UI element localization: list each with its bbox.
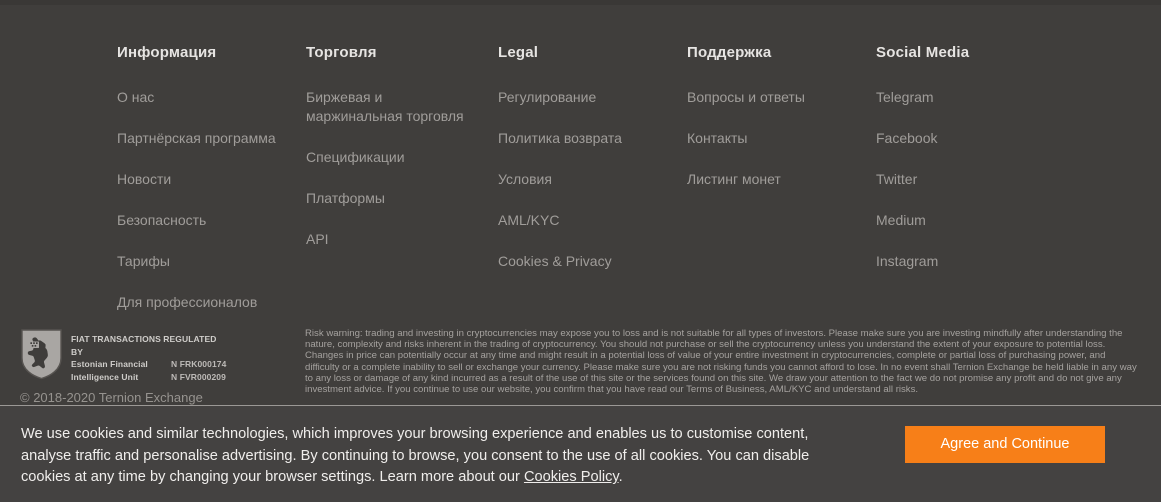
list-item: Платформы (306, 189, 471, 208)
link-list-support: Вопросы и ответы Контакты Листинг монет (687, 88, 862, 189)
column-heading-trading: Торговля (306, 44, 377, 61)
footer-link-security[interactable]: Безопасность (117, 211, 206, 230)
footer-link-about-us[interactable]: О нас (117, 88, 154, 107)
list-item: Для профессионалов (117, 293, 292, 312)
list-item: Безопасность (117, 211, 292, 230)
column-heading-information: Информация (117, 44, 217, 61)
list-item: О нас (117, 88, 292, 107)
cookie-message-body: We use cookies and similar technologies,… (21, 426, 810, 486)
list-item: Регулирование (498, 88, 673, 107)
footer-link-facebook[interactable]: Facebook (876, 129, 937, 148)
link-list-social-media: Telegram Facebook Twitter Medium Instagr… (876, 88, 1051, 271)
list-item: Тарифы (117, 252, 292, 271)
list-item: Условия (498, 170, 673, 189)
site-footer: Информация О нас Партнёрская программа Н… (0, 0, 1161, 410)
footer-link-contacts[interactable]: Контакты (687, 129, 747, 148)
badge-line-1: FIAT TRANSACTIONS REGULATED (71, 334, 217, 344)
footer-link-coin-listing[interactable]: Листинг монет (687, 170, 781, 189)
badge-authority-row-2: Intelligence Unit N FVR000209 (71, 371, 226, 384)
list-item: Telegram (876, 88, 1051, 107)
copyright-text: © 2018-2020 Ternion Exchange (20, 390, 203, 405)
cookie-consent-message: We use cookies and similar technologies,… (21, 424, 856, 489)
list-item: AML/KYC (498, 211, 673, 230)
badge-licence-code-2: N FVR000209 (171, 371, 226, 382)
footer-link-news[interactable]: Новости (117, 170, 171, 189)
list-item: Партнёрская программа (117, 129, 292, 148)
list-item: Medium (876, 211, 1051, 230)
cookies-policy-link[interactable]: Cookies Policy (524, 469, 619, 485)
footer-link-telegram[interactable]: Telegram (876, 88, 934, 107)
agree-and-continue-button[interactable]: Agree and Continue (905, 426, 1105, 463)
cookie-message-period: . (618, 469, 623, 486)
footer-link-api[interactable]: API (306, 230, 329, 249)
list-item: Контакты (687, 129, 862, 148)
list-item: Биржевая и маржинальная торговля (306, 88, 471, 126)
footer-link-for-professionals[interactable]: Для профессионалов (117, 293, 257, 312)
list-item: Twitter (876, 170, 1051, 189)
list-item: Instagram (876, 252, 1051, 271)
footer-link-faq[interactable]: Вопросы и ответы (687, 88, 805, 107)
badge-line-2: BY (71, 346, 84, 357)
badge-authority-line-2: Intelligence Unit (71, 371, 139, 382)
list-item: Facebook (876, 129, 1051, 148)
regulation-badge-text: FIAT TRANSACTIONS REGULATED BY Estonian … (71, 328, 226, 383)
regulation-badge: FIAT TRANSACTIONS REGULATED BY Estonian … (20, 328, 226, 383)
footer-column-support: Поддержка Вопросы и ответы Контакты Лист… (687, 44, 862, 211)
footer-link-cookies-privacy[interactable]: Cookies & Privacy (498, 252, 612, 271)
footer-link-tariffs[interactable]: Тарифы (117, 252, 170, 271)
list-item: Политика возврата (498, 129, 673, 148)
footer-link-medium[interactable]: Medium (876, 211, 926, 230)
estonian-coat-of-arms-shield-icon (21, 329, 62, 380)
badge-licence-code-1: N FRK000174 (171, 359, 227, 369)
footer-column-legal: Legal Регулирование Политика возврата Ус… (498, 44, 673, 293)
footer-link-exchange-margin-trading[interactable]: Биржевая и маржинальная торговля (306, 88, 471, 126)
footer-link-specifications[interactable]: Спецификации (306, 148, 405, 167)
list-item: Вопросы и ответы (687, 88, 862, 107)
footer-link-partner-program[interactable]: Партнёрская программа (117, 129, 276, 148)
list-item: Новости (117, 170, 292, 189)
list-item: Спецификации (306, 148, 471, 167)
footer-link-instagram[interactable]: Instagram (876, 252, 938, 271)
column-heading-social-media: Social Media (876, 44, 970, 61)
footer-link-regulation[interactable]: Регулирование (498, 88, 596, 107)
link-list-information: О нас Партнёрская программа Новости Безо… (117, 88, 292, 312)
list-item: Листинг монет (687, 170, 862, 189)
risk-warning-text: Risk warning: trading and investing in c… (305, 328, 1137, 396)
footer-link-twitter[interactable]: Twitter (876, 170, 917, 189)
link-list-trading: Биржевая и маржинальная торговля Специфи… (306, 88, 471, 249)
footer-link-terms[interactable]: Условия (498, 170, 552, 189)
footer-link-platforms[interactable]: Платформы (306, 189, 385, 208)
footer-link-refund-policy[interactable]: Политика возврата (498, 129, 622, 148)
badge-authority-line-1: Estonian Financial (71, 359, 148, 369)
badge-authority-row-1: Estonian Financial N FRK000174 (71, 358, 226, 371)
link-list-legal: Регулирование Политика возврата Условия … (498, 88, 673, 271)
footer-column-information: Информация О нас Партнёрская программа Н… (117, 44, 292, 334)
list-item: Cookies & Privacy (498, 252, 673, 271)
footer-column-trading: Торговля Биржевая и маржинальная торговл… (306, 44, 471, 271)
column-heading-support: Поддержка (687, 44, 772, 61)
column-heading-legal: Legal (498, 44, 539, 61)
footer-column-social-media: Social Media Telegram Facebook Twitter M… (876, 44, 1051, 293)
list-item: API (306, 230, 471, 249)
footer-link-aml-kyc[interactable]: AML/KYC (498, 211, 559, 230)
